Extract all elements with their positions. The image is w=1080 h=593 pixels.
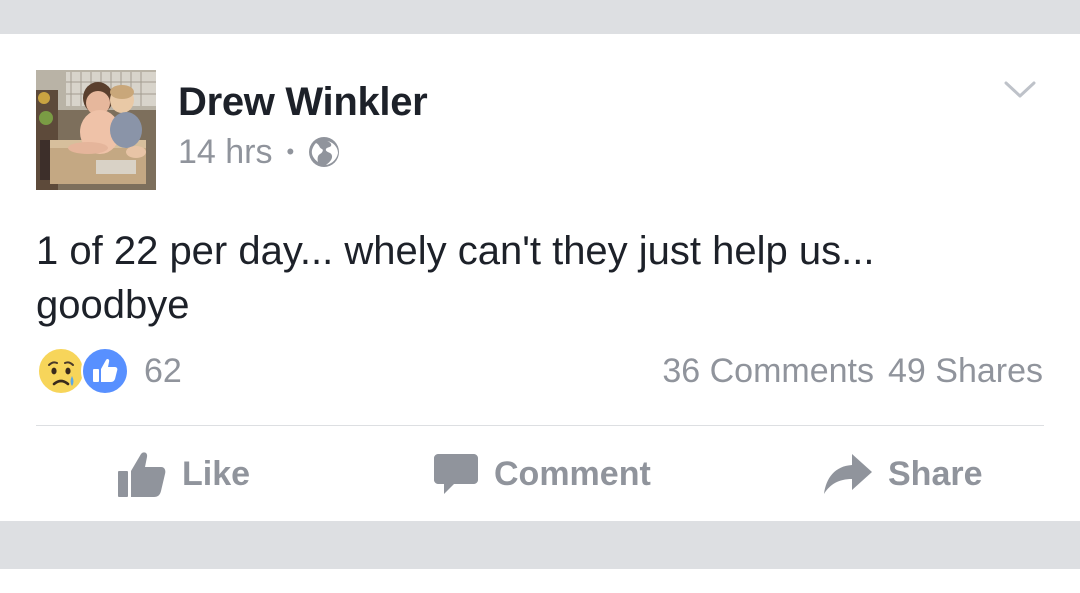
like-label: Like — [182, 454, 251, 493]
shares-count-link[interactable]: 49 Shares — [888, 352, 1043, 391]
feed-separator-top — [0, 0, 1080, 34]
thumbs-up-icon — [118, 452, 166, 497]
post-card: Drew Winkler 14 hrs • 1 of 22 per day...… — [0, 34, 1080, 521]
like-reaction-icon — [80, 346, 130, 396]
feed-separator-bottom — [0, 521, 1080, 569]
engagement-summary: 36 Comments 49 Shares — [662, 346, 1043, 396]
next-card-edge — [0, 569, 1080, 593]
comment-button[interactable]: Comment — [434, 446, 651, 502]
post-timestamp[interactable]: 14 hrs — [178, 133, 273, 172]
share-label: Share — [888, 454, 983, 493]
meta-separator: • — [286, 139, 295, 164]
globe-icon[interactable] — [308, 136, 340, 168]
post-meta: 14 hrs • — [178, 132, 340, 172]
comments-count-link[interactable]: 36 Comments — [662, 352, 874, 391]
author-name[interactable]: Drew Winkler — [178, 80, 428, 125]
post-action-bar: Like Comment Share — [0, 446, 1080, 502]
share-button[interactable]: Share — [824, 446, 983, 502]
avatar[interactable] — [36, 70, 156, 190]
divider — [36, 425, 1044, 426]
comment-label: Comment — [494, 454, 651, 493]
share-arrow-icon — [824, 454, 872, 494]
comment-bubble-icon — [434, 454, 478, 494]
reaction-count: 62 — [144, 351, 182, 390]
reactions-summary[interactable]: 62 — [36, 346, 182, 396]
post-body-text: 1 of 22 per day... whely can't they just… — [36, 229, 875, 327]
like-button[interactable]: Like — [118, 446, 250, 502]
avatar-photo — [36, 70, 156, 190]
post-options-chevron-icon[interactable] — [1000, 74, 1040, 104]
sad-reaction-icon — [36, 346, 86, 396]
